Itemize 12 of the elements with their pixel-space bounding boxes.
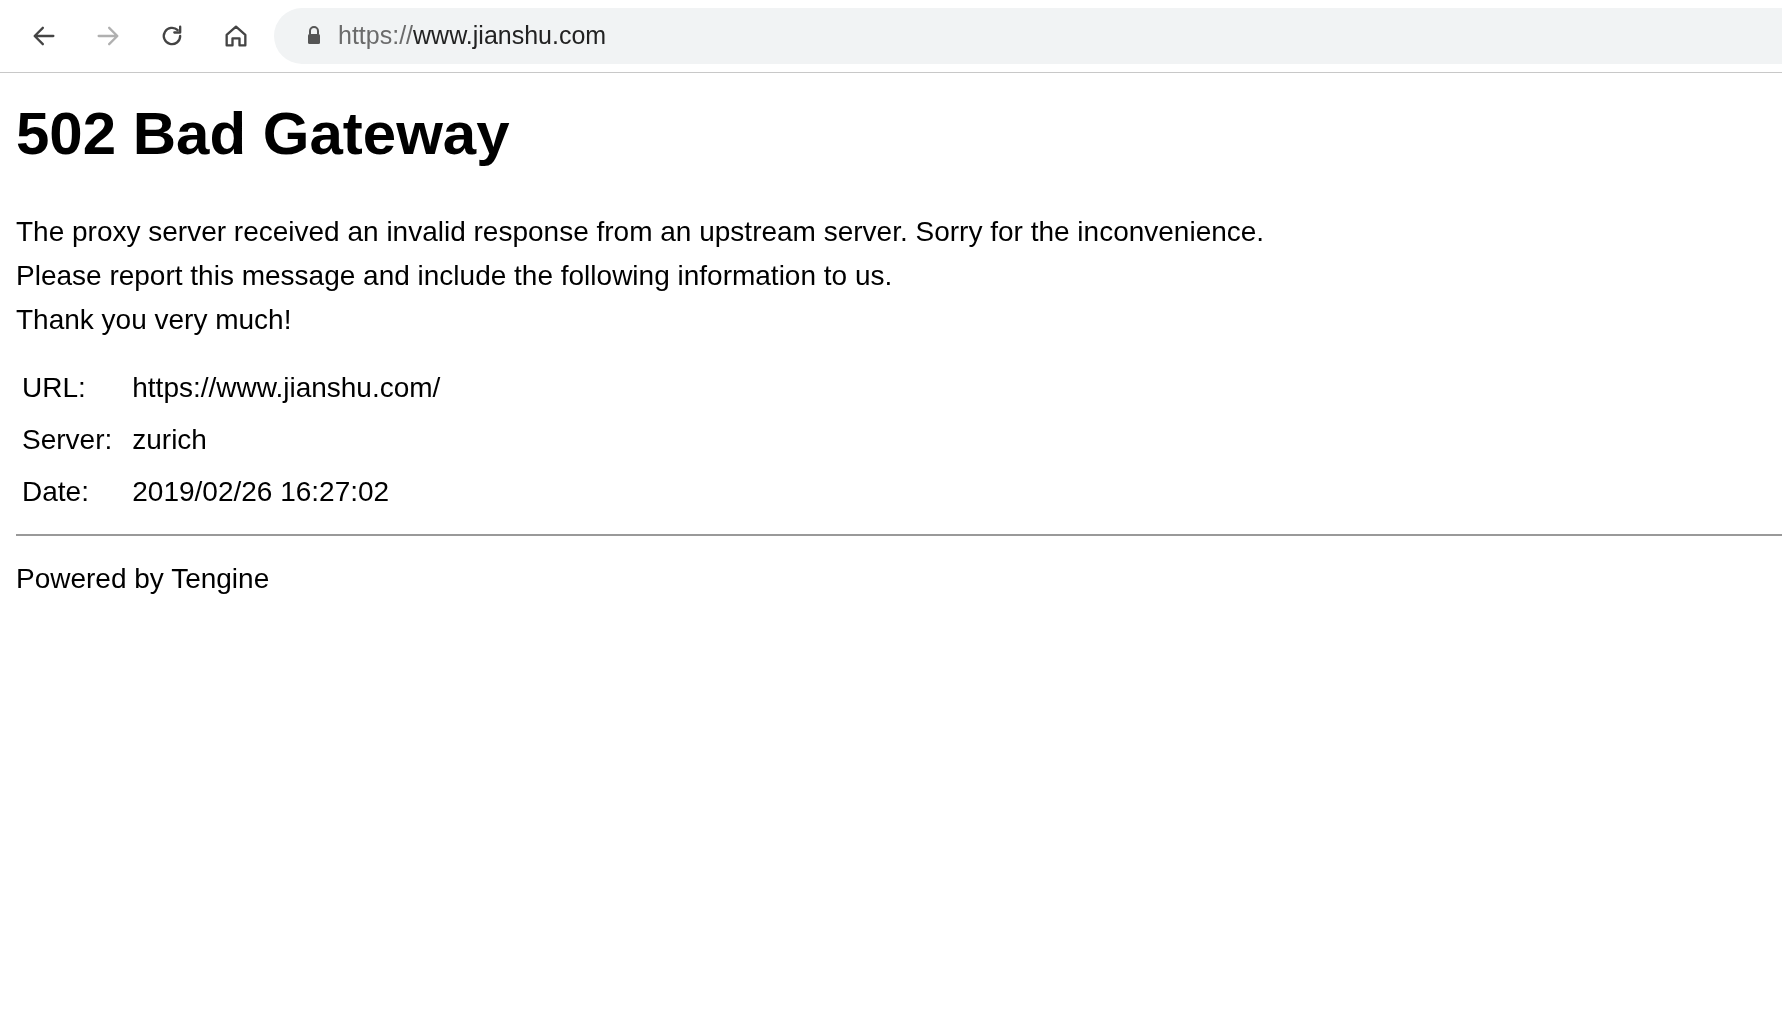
footer-text: Powered by Tengine (16, 562, 270, 596)
address-bar[interactable]: https://www.jianshu.com (274, 8, 1782, 64)
error-heading: 502 Bad Gateway (16, 104, 511, 164)
info-value: 2019/02/26 16:27:02 (132, 475, 390, 509)
info-label: Date: (22, 475, 90, 509)
info-value: zurich (132, 423, 207, 457)
error-message: The proxy server received an invalid response from an upstream server. Sorry for the inconvenience. Please report this message and include the following information to us. Thank you very much! (16, 215, 1266, 337)
info-label: URL: (22, 371, 87, 405)
info-value: https://www.jianshu.com/ (132, 371, 441, 405)
url-text: https://www.jianshu.com (338, 20, 607, 52)
info-label: Server: (22, 423, 114, 457)
lock-icon (306, 26, 322, 46)
